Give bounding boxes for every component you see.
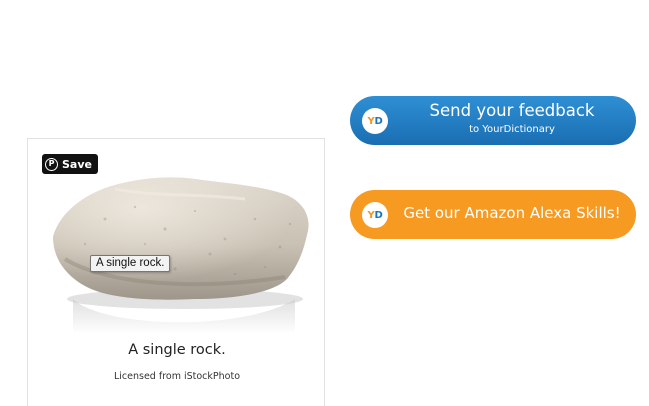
yourdictionary-logo-icon: YD: [362, 108, 388, 134]
page: P Save A single rock. A single rock. Lic…: [0, 0, 649, 406]
alexa-skills-label: Get our Amazon Alexa Skills!: [403, 204, 621, 222]
image-license: Licensed from iStockPhoto: [113, 371, 241, 382]
send-feedback-sublabel: to YourDictionary: [469, 124, 555, 135]
send-feedback-button[interactable]: YD Send your feedback to YourDictionary: [350, 96, 636, 145]
alexa-skills-button[interactable]: YD Get our Amazon Alexa Skills!: [350, 190, 636, 239]
send-feedback-label: Send your feedback: [429, 101, 595, 120]
pinterest-save-label: Save: [62, 157, 92, 171]
image-card: P Save A single rock. A single rock. Lic…: [27, 138, 325, 406]
yourdictionary-logo-icon: YD: [362, 202, 388, 228]
rock-image[interactable]: [45, 149, 310, 334]
pinterest-icon: P: [45, 157, 58, 171]
pinterest-save-button[interactable]: P Save: [42, 154, 98, 174]
image-caption: A single rock.: [128, 342, 226, 358]
image-tooltip: A single rock.: [90, 255, 171, 272]
rock-illustration: [53, 177, 309, 334]
